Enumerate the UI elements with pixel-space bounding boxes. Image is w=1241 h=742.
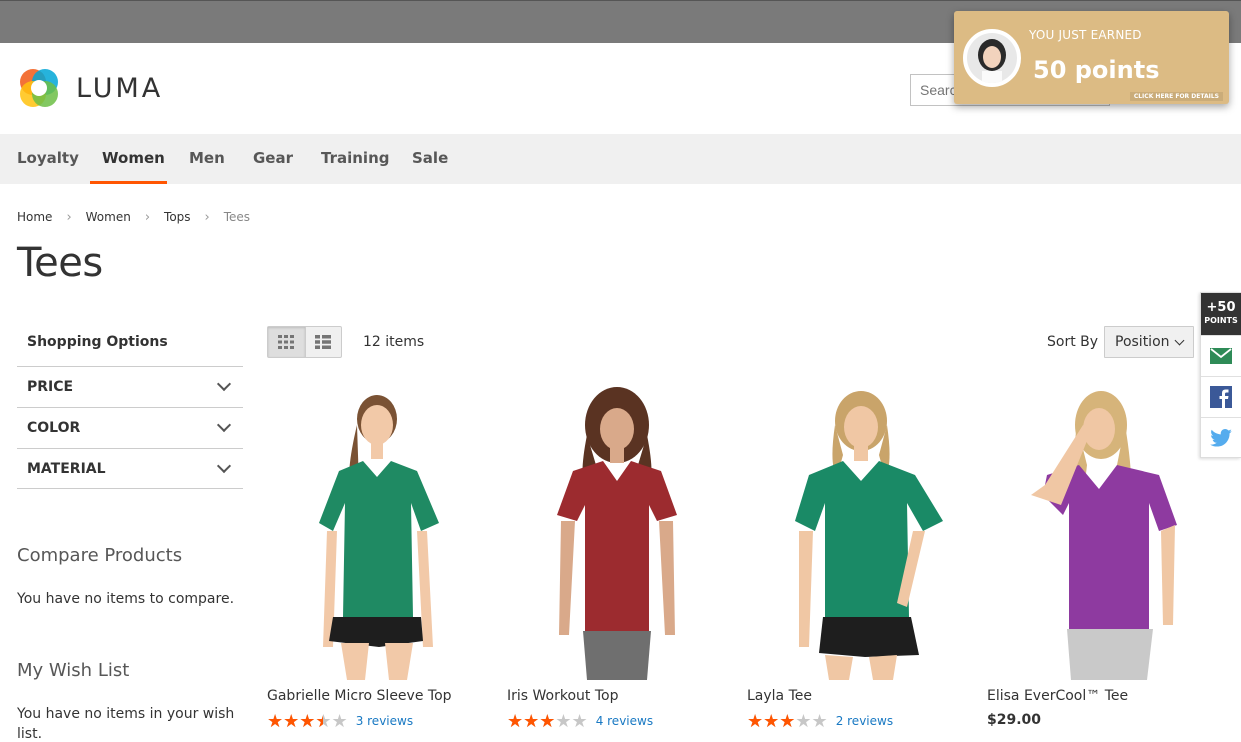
sort-label: Sort By xyxy=(1047,334,1099,350)
wishlist-text: You have no items in your wish list. xyxy=(17,706,235,742)
sort-select[interactable]: Position xyxy=(1104,326,1194,358)
breadcrumb-current: Tees xyxy=(223,210,251,224)
product-name[interactable]: Iris Workout Top xyxy=(507,688,727,704)
filter-price[interactable]: PRICE xyxy=(17,366,243,407)
twitter-share-button[interactable] xyxy=(1201,417,1241,458)
breadcrumb-home[interactable]: Home xyxy=(17,210,52,225)
nav-item-loyalty[interactable]: Loyalty xyxy=(17,134,79,184)
email-share-button[interactable] xyxy=(1201,335,1241,376)
email-icon xyxy=(1210,348,1232,364)
grid-view-button[interactable] xyxy=(268,327,305,357)
rating-stars-icon: ★★★★★★★★★★ xyxy=(507,711,588,731)
products-toolbar: 12 items Sort By Position xyxy=(267,326,1194,358)
product-name[interactable]: Layla Tee xyxy=(747,688,967,704)
rating-stars-icon: ★★★★★★★★★★ xyxy=(267,711,348,731)
product-image[interactable] xyxy=(267,385,487,680)
compare-products-title: Compare Products xyxy=(17,545,183,566)
nav-item-sale[interactable]: Sale xyxy=(412,134,448,184)
sort-value: Position xyxy=(1115,334,1170,350)
popup-points: 50 points xyxy=(1033,56,1160,84)
popup-heading: YOU JUST EARNED xyxy=(1029,28,1142,42)
filter-color[interactable]: COLOR xyxy=(17,407,243,448)
product-card: Iris Workout Top ★★★★★★★★★★ 4 reviews xyxy=(507,385,727,730)
nav-item-women[interactable]: Women xyxy=(90,134,167,184)
social-points-badge: +50 POINTS xyxy=(1201,293,1241,335)
facebook-icon xyxy=(1210,386,1232,408)
reviews-link[interactable]: 2 reviews xyxy=(836,714,893,728)
filter-material[interactable]: MATERIAL xyxy=(17,448,243,489)
rating-stars-fill: ★★★★★ xyxy=(507,712,556,730)
product-image[interactable] xyxy=(987,385,1207,680)
main-nav: Loyalty Women Men Gear Training Sale xyxy=(0,134,1241,184)
brand-name: LUMA xyxy=(76,72,164,104)
breadcrumb-tops[interactable]: Tops xyxy=(164,210,191,225)
grid-icon xyxy=(278,335,295,349)
product-rating: ★★★★★★★★★★ 3 reviews xyxy=(267,712,487,730)
compare-products-text: You have no items to compare. xyxy=(17,591,235,607)
breadcrumb-separator-icon: › xyxy=(66,210,72,225)
list-view-button[interactable] xyxy=(304,327,342,357)
twitter-icon xyxy=(1210,429,1232,447)
filter-label: PRICE xyxy=(27,379,74,395)
product-card: Elisa EverCool™ Tee $29.00 xyxy=(987,385,1207,728)
rating-stars-fill: ★★★★★ xyxy=(267,712,323,730)
facebook-share-button[interactable] xyxy=(1201,376,1241,417)
view-mode-switcher xyxy=(267,326,342,358)
luma-logo-icon xyxy=(20,69,58,107)
product-rating: ★★★★★★★★★★ 4 reviews xyxy=(507,712,727,730)
rating-stars-icon: ★★★★★★★★★★ xyxy=(747,711,828,731)
breadcrumb-women[interactable]: Women xyxy=(86,210,131,225)
product-card: Layla Tee ★★★★★★★★★★ 2 reviews xyxy=(747,385,967,730)
product-card: Gabrielle Micro Sleeve Top ★★★★★★★★★★ 3 … xyxy=(267,385,487,730)
popup-details-link[interactable]: CLICK HERE FOR DETAILS xyxy=(1129,92,1223,101)
filter-sidebar: Shopping Options PRICE COLOR MATERIAL xyxy=(17,320,243,489)
social-points-label: POINTS xyxy=(1204,316,1238,325)
breadcrumb-separator-icon: › xyxy=(204,210,210,225)
chevron-down-icon xyxy=(1174,335,1185,345)
breadcrumb-separator-icon: › xyxy=(144,210,151,225)
luma-logo[interactable]: LUMA xyxy=(17,65,167,111)
product-name[interactable]: Gabrielle Micro Sleeve Top xyxy=(267,688,487,704)
filter-label: MATERIAL xyxy=(27,460,106,477)
product-rating: ★★★★★★★★★★ 2 reviews xyxy=(747,712,967,730)
social-share-bar: +50 POINTS xyxy=(1200,292,1241,458)
product-name[interactable]: Elisa EverCool™ Tee xyxy=(987,688,1207,704)
reviews-link[interactable]: 4 reviews xyxy=(596,714,653,728)
page-title: Tees xyxy=(17,240,103,286)
product-image[interactable] xyxy=(747,385,967,680)
filter-label: COLOR xyxy=(27,420,81,436)
item-count: 12 items xyxy=(363,334,425,350)
nav-item-gear[interactable]: Gear xyxy=(253,134,293,184)
chevron-down-icon xyxy=(216,458,232,473)
wishlist-title: My Wish List xyxy=(17,660,130,681)
shopping-options-heading: Shopping Options xyxy=(27,334,168,350)
list-icon xyxy=(315,335,332,349)
nav-item-training[interactable]: Training xyxy=(321,134,389,184)
nav-item-men[interactable]: Men xyxy=(189,134,225,184)
product-image[interactable] xyxy=(507,385,727,680)
breadcrumb: Home › Women › Tops › Tees xyxy=(17,210,264,225)
chevron-down-icon xyxy=(216,417,232,433)
social-points-value: +50 xyxy=(1206,300,1236,315)
avatar xyxy=(963,29,1021,87)
points-earned-popup[interactable]: YOU JUST EARNED 50 points CLICK HERE FOR… xyxy=(954,11,1229,104)
rating-stars-fill: ★★★★★ xyxy=(747,712,796,730)
chevron-down-icon xyxy=(216,376,232,392)
reviews-link[interactable]: 3 reviews xyxy=(356,714,413,728)
product-price: $29.00 xyxy=(987,712,1042,728)
